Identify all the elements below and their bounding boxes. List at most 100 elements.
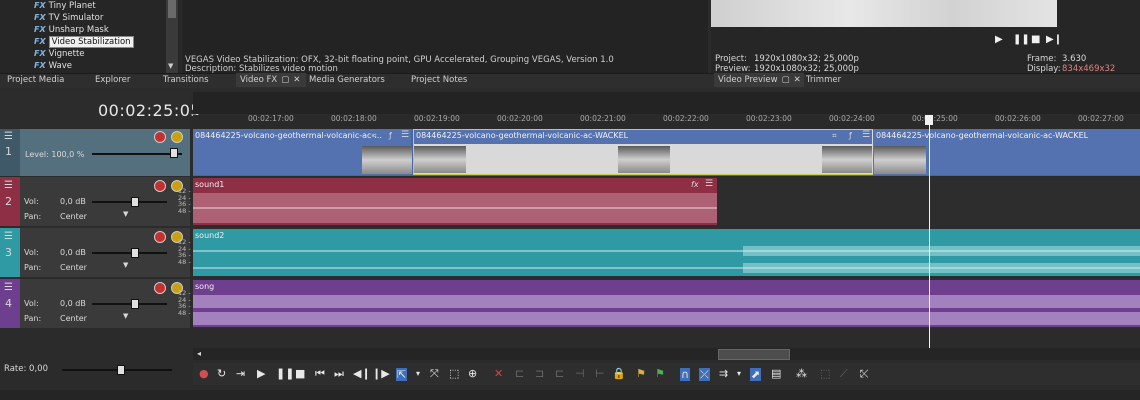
crop-icon[interactable]: ⌗: [372, 131, 377, 141]
mute-icon[interactable]: [154, 231, 166, 243]
fx-clip-icon[interactable]: ƒ: [849, 131, 852, 140]
rate-slider-thumb[interactable]: [117, 365, 125, 375]
fx-item-unsharp-mask[interactable]: FX Unsharp Mask: [34, 24, 109, 36]
fx-item-tv-simulator[interactable]: FX TV Simulator: [34, 12, 103, 24]
fx-icon: FX: [34, 61, 46, 70]
track-menu-icon[interactable]: ☰: [4, 131, 13, 142]
volume-slider-thumb[interactable]: [131, 197, 139, 207]
fx-item-video-stabilization[interactable]: FX Video Stabilization: [34, 36, 134, 48]
ruler-tick-label: 00:02:17:00: [248, 114, 294, 123]
clip-menu-icon[interactable]: ☰: [705, 179, 713, 189]
play-icon[interactable]: ▶: [257, 368, 265, 379]
dock-icon[interactable]: ▢: [782, 75, 790, 85]
marker-bar[interactable]: [193, 92, 1140, 114]
crop-icon[interactable]: ⌗: [832, 131, 837, 141]
volume-slider-thumb[interactable]: [131, 299, 139, 309]
loop-icon[interactable]: ↻: [217, 368, 226, 379]
volume-slider[interactable]: [92, 252, 167, 254]
clip-menu-icon[interactable]: ☰: [862, 130, 870, 140]
pause-icon[interactable]: ❚❚: [1013, 35, 1030, 45]
track-menu-icon[interactable]: ☰: [4, 282, 13, 293]
chevron-down-icon[interactable]: ▾: [737, 368, 741, 379]
pan-slider-thumb[interactable]: ▼: [123, 210, 128, 218]
volume-slider-thumb[interactable]: [131, 248, 139, 258]
audio-clip-title: sound1: [195, 180, 225, 189]
video-clip-title: 084464225-volcano-geothermal-volcanic-ac…: [416, 131, 629, 140]
next-frame-icon[interactable]: ▶❙: [1046, 35, 1062, 45]
tab-project-notes[interactable]: Project Notes: [411, 73, 467, 87]
selection-icon[interactable]: ⬚: [820, 368, 830, 379]
close-icon[interactable]: ✕: [293, 75, 300, 85]
tab-trimmer[interactable]: Trimmer: [806, 73, 841, 87]
trim-start-icon[interactable]: ⊐: [535, 368, 544, 379]
selection-tool-icon[interactable]: ⬚: [449, 368, 459, 379]
playhead-handle[interactable]: [925, 115, 933, 125]
fx-clip-icon[interactable]: ƒ: [389, 131, 392, 140]
mute-icon[interactable]: [154, 131, 166, 143]
fx-clip-icon[interactable]: fx: [691, 180, 699, 189]
pause-icon[interactable]: ❚❚: [276, 368, 294, 379]
scroll-down-icon[interactable]: ▼: [168, 62, 173, 70]
region-icon[interactable]: ⚑: [655, 368, 665, 379]
audio-clip-title: song: [195, 282, 215, 291]
level-slider[interactable]: [92, 153, 182, 155]
zoom-tool-icon[interactable]: ⊕: [468, 368, 477, 379]
fx-list-scroll-thumb[interactable]: [168, 0, 176, 18]
volume-slider[interactable]: [92, 201, 167, 203]
motion-tracking-icon[interactable]: ⤪: [860, 368, 869, 379]
mute-icon[interactable]: [154, 282, 166, 294]
scroll-left-icon[interactable]: ◂: [197, 349, 201, 358]
auto-ripple-icon[interactable]: ⇉: [719, 368, 728, 379]
fx-item-vignette[interactable]: FX Vignette: [34, 48, 85, 60]
solo-icon[interactable]: [171, 131, 183, 143]
pan-slider-thumb[interactable]: ▼: [123, 261, 128, 269]
tab-video-preview[interactable]: Video Preview ▢ ✕: [714, 73, 804, 87]
fx-item-tiny-planet[interactable]: FX Tiny Planet: [34, 0, 96, 12]
lock-envelopes-icon[interactable]: ⬈: [750, 368, 762, 381]
envelope-tool-icon[interactable]: ⤧: [430, 368, 439, 379]
level-slider-thumb[interactable]: [170, 148, 178, 158]
split-right-icon[interactable]: ⊢: [595, 368, 605, 379]
track-menu-icon[interactable]: ☰: [4, 180, 13, 191]
trim-icon[interactable]: ⊏: [515, 368, 524, 379]
close-icon[interactable]: ✕: [794, 75, 801, 85]
auto-crossfade-icon[interactable]: ⤫: [699, 368, 710, 381]
mute-icon[interactable]: [154, 180, 166, 192]
split-icon[interactable]: ⊣: [575, 368, 585, 379]
stop-icon[interactable]: ■: [1031, 35, 1040, 45]
pan-slider-thumb[interactable]: ▼: [123, 312, 128, 320]
tab-transitions[interactable]: Transitions: [163, 73, 209, 87]
marker-icon[interactable]: ⚑: [636, 368, 646, 379]
go-to-end-icon[interactable]: ⏭: [334, 368, 344, 379]
stop-icon[interactable]: ■: [295, 368, 305, 379]
next-frame-icon[interactable]: ❙▶: [372, 368, 390, 379]
event-pan-crop-icon[interactable]: ⁂: [796, 368, 807, 379]
track-menu-icon[interactable]: ☰: [4, 231, 13, 242]
audio-meter: 12 -24 -36 -48 -: [178, 290, 191, 316]
dock-icon[interactable]: ▢: [281, 75, 289, 85]
fx-item-wave[interactable]: FX Wave: [34, 60, 72, 72]
lock-icon[interactable]: 🔒: [612, 368, 626, 379]
play-icon[interactable]: ▶: [995, 35, 1003, 45]
ignore-grouping-icon[interactable]: ▤: [771, 368, 781, 379]
go-to-start-icon[interactable]: ⏮: [315, 368, 325, 379]
tab-explorer[interactable]: Explorer: [95, 73, 130, 87]
timeline-horizontal-scrollbar[interactable]: [193, 348, 1140, 360]
timeline-scroll-thumb[interactable]: [718, 349, 790, 360]
play-from-start-icon[interactable]: ⇥: [236, 368, 245, 379]
tab-media-generators[interactable]: Media Generators: [309, 73, 385, 87]
tab-project-media[interactable]: Project Media: [7, 73, 64, 87]
tab-video-fx[interactable]: Video FX ▢ ✕: [236, 73, 306, 87]
previous-frame-icon[interactable]: ◀❙: [353, 368, 371, 379]
volume-slider[interactable]: [92, 303, 167, 305]
record-icon[interactable]: ●: [199, 368, 209, 379]
trim-end-icon[interactable]: ⊏: [555, 368, 564, 379]
playhead-cursor[interactable]: [929, 115, 930, 348]
normal-edit-tool-icon[interactable]: ⇱: [396, 368, 408, 381]
chevron-down-icon[interactable]: ▾: [416, 368, 420, 379]
video-thumbnail: [874, 146, 926, 174]
snapping-icon[interactable]: ∩: [680, 368, 691, 381]
clip-menu-icon[interactable]: ☰: [401, 130, 409, 140]
envelope-icon[interactable]: ⟋: [840, 368, 848, 379]
delete-icon[interactable]: ✕: [494, 368, 503, 379]
